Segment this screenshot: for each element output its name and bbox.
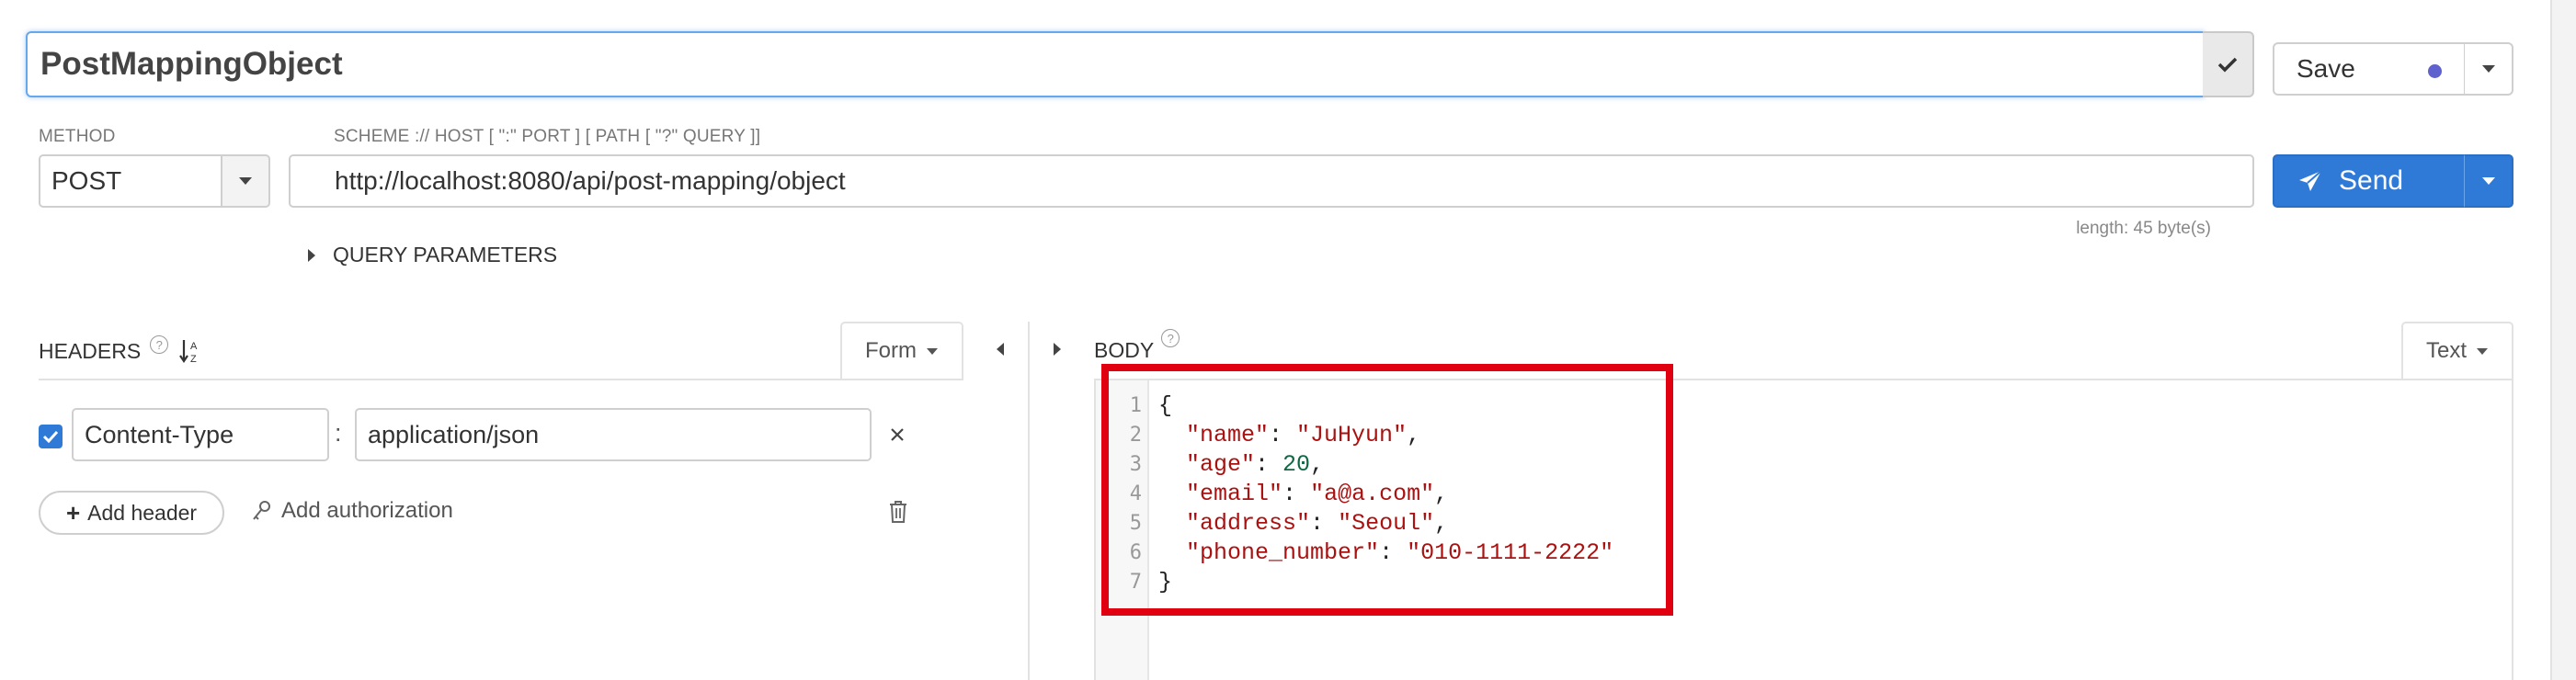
close-icon (891, 428, 904, 441)
pane-splitter[interactable] (1028, 322, 1030, 680)
header-separator: : (335, 419, 342, 447)
triangle-right-icon (308, 248, 315, 262)
triangle-right-icon (1054, 343, 1061, 356)
header-value-value: application/json (368, 420, 540, 448)
remove-header-button[interactable] (886, 421, 908, 448)
triangle-left-icon (997, 343, 1004, 356)
json-body-code: { "name": "JuHyun", "age": 20, "email": … (1158, 391, 1613, 597)
url-length-text: length: 45 byte(s) (2076, 219, 2211, 238)
url-value: http://localhost:8080/api/post-mapping/o… (335, 166, 846, 195)
chevron-down-icon (2477, 347, 2488, 355)
line-numbers: 1 2 3 4 5 6 7 (1096, 391, 1142, 597)
json-key: "email" (1186, 481, 1283, 507)
json-value: "JuHyun" (1296, 422, 1408, 448)
url-input[interactable]: http://localhost:8080/api/post-mapping/o… (289, 154, 2254, 208)
body-title-text: BODY (1094, 338, 1155, 362)
headers-title-text: HEADERS (39, 338, 142, 363)
svg-text:A: A (190, 341, 198, 352)
headers-section-title: HEADERS ? A Z (39, 335, 203, 364)
unsaved-dot-icon (2428, 64, 2442, 78)
line-number-gutter: 1 2 3 4 5 6 7 (1096, 380, 1149, 680)
json-key: "address" (1186, 510, 1311, 537)
method-label: METHOD (39, 127, 116, 146)
add-authorization-label: Add authorization (281, 498, 453, 523)
svg-text:Z: Z (190, 354, 197, 364)
save-label: Save (2297, 54, 2355, 83)
confirm-name-button[interactable] (2203, 31, 2254, 97)
add-header-label: Add header (87, 500, 198, 525)
code-token: { (1158, 392, 1173, 419)
send-button[interactable]: Send (2273, 154, 2466, 208)
key-icon (253, 501, 270, 520)
line-number: 3 (1129, 453, 1142, 476)
query-parameters-toggle[interactable]: QUERY PARAMETERS (307, 243, 557, 267)
line-number: 2 (1129, 424, 1142, 447)
save-menu-button[interactable] (2464, 42, 2513, 96)
chevron-down-icon (2481, 177, 2495, 185)
send-label: Send (2339, 165, 2404, 196)
code-line: "address": "Seoul", (1186, 510, 1449, 537)
header-key-input[interactable]: Content-Type (72, 408, 329, 461)
request-name-input[interactable]: PostMappingObject (26, 31, 2205, 97)
json-value: "Seoul" (1338, 510, 1435, 537)
add-header-button[interactable]: + Add header (39, 491, 224, 535)
method-value: POST (51, 166, 122, 195)
line-number: 7 (1129, 571, 1142, 594)
code-line: "phone_number": "010-1111-2222" (1186, 539, 1614, 566)
body-mode-label: Text (2425, 338, 2467, 363)
line-number: 6 (1129, 541, 1142, 564)
code-line: } (1158, 568, 1613, 597)
headers-mode-label: Form (865, 338, 917, 363)
request-editor-card: PostMappingObject Save METHOD SCHEME ://… (0, 0, 2552, 680)
check-icon (2217, 57, 2238, 73)
chevron-down-icon (927, 347, 938, 355)
json-value: "010-1111-2222" (1407, 539, 1614, 566)
line-number: 4 (1129, 482, 1142, 505)
plus-icon: + (65, 498, 81, 527)
collapse-headers-button[interactable] (991, 340, 1009, 358)
method-dropdown-button[interactable] (221, 154, 270, 208)
request-name-text: PostMappingObject (40, 46, 343, 82)
save-button[interactable]: Save (2273, 42, 2466, 96)
json-value: "a@a.com" (1310, 481, 1435, 507)
line-number: 5 (1129, 512, 1142, 535)
headers-mode-dropdown[interactable]: Form (840, 322, 963, 379)
code-line: "name": "JuHyun", (1186, 422, 1421, 448)
send-menu-button[interactable] (2464, 154, 2513, 208)
line-number: 1 (1129, 394, 1142, 417)
question-circle-icon[interactable]: ? (1161, 329, 1180, 347)
question-circle-icon[interactable]: ? (150, 335, 169, 354)
json-key: "age" (1186, 451, 1256, 478)
expand-body-button[interactable] (1048, 340, 1066, 358)
code-line: "email": "a@a.com", (1186, 481, 1449, 507)
body-mode-dropdown[interactable]: Text (2401, 322, 2513, 379)
query-parameters-label: QUERY PARAMETERS (333, 243, 558, 266)
body-section-title: BODY ? (1094, 329, 1180, 363)
code-line: "age": 20, (1186, 451, 1325, 478)
trash-icon[interactable] (888, 500, 908, 524)
paper-plane-icon (2299, 170, 2322, 191)
code-line: { (1158, 391, 1613, 421)
chevron-down-icon (239, 177, 252, 185)
json-value: 20 (1282, 451, 1311, 478)
header-enabled-checkbox[interactable] (39, 425, 63, 448)
method-select[interactable]: POST (39, 154, 222, 208)
headers-divider (39, 379, 963, 380)
header-value-input[interactable]: application/json (355, 408, 872, 461)
sort-alpha-icon[interactable]: A Z (179, 338, 203, 364)
code-token: } (1158, 569, 1173, 595)
add-authorization-button[interactable]: Add authorization (252, 498, 453, 524)
json-key: "phone_number" (1186, 539, 1380, 566)
json-key: "name" (1186, 422, 1270, 448)
url-scheme-label: SCHEME :// HOST [ ":" PORT ] [ PATH [ "?… (334, 127, 761, 146)
check-icon (42, 430, 59, 443)
chevron-down-icon (2481, 65, 2495, 73)
header-key-value: Content-Type (85, 420, 234, 448)
body-code-editor[interactable]: 1 2 3 4 5 6 7 { "name": "JuHyun", "age":… (1094, 379, 2513, 680)
